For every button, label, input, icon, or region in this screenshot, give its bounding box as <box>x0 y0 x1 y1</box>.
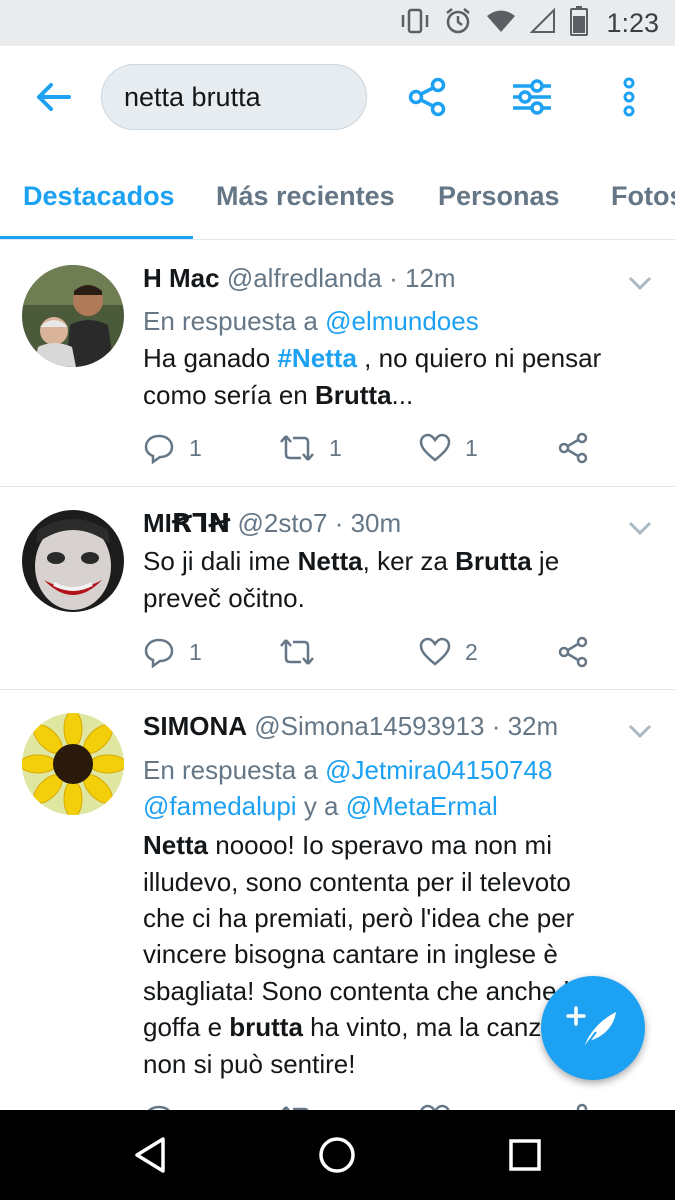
like-button[interactable]: 2 <box>419 632 478 672</box>
timestamp: · 30m <box>334 508 402 538</box>
heart-icon <box>419 637 451 666</box>
chevron-down-icon[interactable] <box>627 273 653 293</box>
filter-icon[interactable] <box>509 74 555 120</box>
retweet-button[interactable] <box>279 1099 315 1110</box>
heart-icon <box>419 433 451 462</box>
display-name[interactable]: H Mac <box>143 263 220 293</box>
hashtag-link[interactable]: #Netta <box>277 343 356 373</box>
reply-context: @famedalupi y a @MetaErmal <box>143 791 498 821</box>
mention-link[interactable]: @elmundoes <box>325 306 479 336</box>
compose-tweet-button[interactable] <box>541 976 645 1080</box>
display-name[interactable]: SIMONA <box>143 711 247 741</box>
reply-button[interactable]: 1 <box>143 428 202 468</box>
like-button[interactable] <box>419 1099 451 1110</box>
share-tweet-button[interactable] <box>557 632 589 672</box>
tweet-text-line: Netta noooo! Io speravo ma non mi <box>143 830 552 860</box>
reply-count: 1 <box>189 434 202 461</box>
share-icon <box>558 432 588 464</box>
active-tab-indicator <box>0 236 193 239</box>
avatar[interactable] <box>22 510 124 612</box>
tweet-text-line: che ci ha premiati, però l'idea che per <box>143 903 575 933</box>
tweet-header: SIMONA @Simona14593913 · 32m <box>143 711 558 742</box>
status-bar: 1:23 <box>0 0 675 46</box>
wifi-icon <box>486 9 516 38</box>
signal-icon <box>530 7 556 39</box>
avatar[interactable] <box>22 265 124 367</box>
tweet-item[interactable]: MIꞦꞀꞤ @2sto7 · 30m So ji dali ime Netta,… <box>0 488 675 690</box>
reply-icon <box>144 434 174 464</box>
tweet-actions <box>143 1099 603 1110</box>
tab-destacados[interactable]: Destacados <box>23 150 175 239</box>
like-button[interactable]: 1 <box>419 428 478 468</box>
tweet-item[interactable]: H Mac @alfredlanda · 12m En respuesta a … <box>0 241 675 487</box>
nav-home-icon[interactable] <box>314 1132 360 1178</box>
nav-recents-icon[interactable] <box>502 1132 548 1178</box>
back-arrow-icon[interactable] <box>30 74 76 120</box>
tab-mas-recientes[interactable]: Más recientes <box>216 150 395 239</box>
alarm-icon <box>444 7 472 40</box>
mention-link[interactable]: @famedalupi <box>143 791 297 821</box>
retweet-count: 1 <box>329 434 342 461</box>
mention-link[interactable]: @MetaErmal <box>346 791 498 821</box>
app-bar: netta brutta <box>0 46 675 150</box>
handle[interactable]: @alfredlanda <box>227 263 382 293</box>
tweet-actions: 1 2 <box>143 632 603 672</box>
reply-button[interactable] <box>143 1099 175 1110</box>
compose-quill-icon <box>566 1006 616 1049</box>
search-tabs: Destacados Más recientes Personas Fotos <box>0 150 675 240</box>
like-count: 1 <box>465 434 478 461</box>
share-tweet-button[interactable] <box>557 428 589 468</box>
search-query: netta brutta <box>124 81 261 112</box>
retweet-button[interactable]: 1 <box>279 428 342 468</box>
chevron-down-icon[interactable] <box>627 518 653 538</box>
share-icon <box>576 1103 588 1110</box>
retweet-icon <box>280 639 314 665</box>
reply-context: En respuesta a @elmundoes <box>143 306 479 336</box>
tweet-text-line: sbagliata! Sono contenta che anche la <box>143 976 584 1006</box>
tweet-text-line: vincere bisogna cantare in inglese è <box>143 939 558 969</box>
retweet-icon <box>281 1106 309 1110</box>
reply-button[interactable]: 1 <box>143 632 202 672</box>
share-icon <box>558 636 588 668</box>
nav-back-icon[interactable] <box>128 1132 174 1178</box>
handle[interactable]: @Simona14593913 <box>254 711 484 741</box>
retweet-button[interactable] <box>279 632 329 672</box>
tweet-text-line: como sería en Brutta... <box>143 380 414 410</box>
display-name[interactable]: MIꞦꞀꞤ <box>143 508 230 538</box>
handle[interactable]: @2sto7 <box>237 508 327 538</box>
clock-time: 1:23 <box>606 7 659 38</box>
tweet-text-line: illudevo, sono contenta per il televoto <box>143 867 571 897</box>
tab-fotos[interactable]: Fotos <box>611 150 675 239</box>
battery-icon <box>570 5 589 41</box>
retweet-icon <box>280 435 314 461</box>
reply-context: En respuesta a @Jetmira04150748 <box>143 755 553 785</box>
tweet-text-line: Ha ganado #Netta , no quiero ni pensar <box>143 343 602 373</box>
chevron-down-icon[interactable] <box>627 721 653 741</box>
timestamp: · 32m <box>491 711 559 741</box>
timestamp: · 12m <box>389 263 456 293</box>
reply-icon <box>148 1105 170 1110</box>
like-count: 2 <box>465 638 478 665</box>
system-nav-bar <box>0 1110 675 1200</box>
tweet-header: H Mac @alfredlanda · 12m <box>143 263 456 294</box>
tweet-text-line: goffa e brutta ha vinto, ma la canzone <box>143 1012 585 1042</box>
tweet-text-line: So ji dali ime Netta, ker za Brutta je <box>143 546 560 576</box>
share-icon[interactable] <box>404 74 450 120</box>
tweet-text-line: preveč očitno. <box>143 583 305 613</box>
tweet-header: MIꞦꞀꞤ @2sto7 · 30m <box>143 508 401 539</box>
more-icon[interactable] <box>606 74 652 120</box>
search-input[interactable]: netta brutta <box>101 64 367 130</box>
reply-icon <box>144 638 174 668</box>
vibrate-icon <box>400 7 430 40</box>
mention-link[interactable]: @Jetmira04150748 <box>325 755 552 785</box>
tweet-actions: 1 1 1 <box>143 428 603 468</box>
avatar[interactable] <box>22 713 124 815</box>
tab-personas[interactable]: Personas <box>438 150 560 239</box>
reply-count: 1 <box>189 638 202 665</box>
share-tweet-button[interactable] <box>557 1099 589 1110</box>
tweet-text-line: non si può sentire! <box>143 1049 356 1079</box>
